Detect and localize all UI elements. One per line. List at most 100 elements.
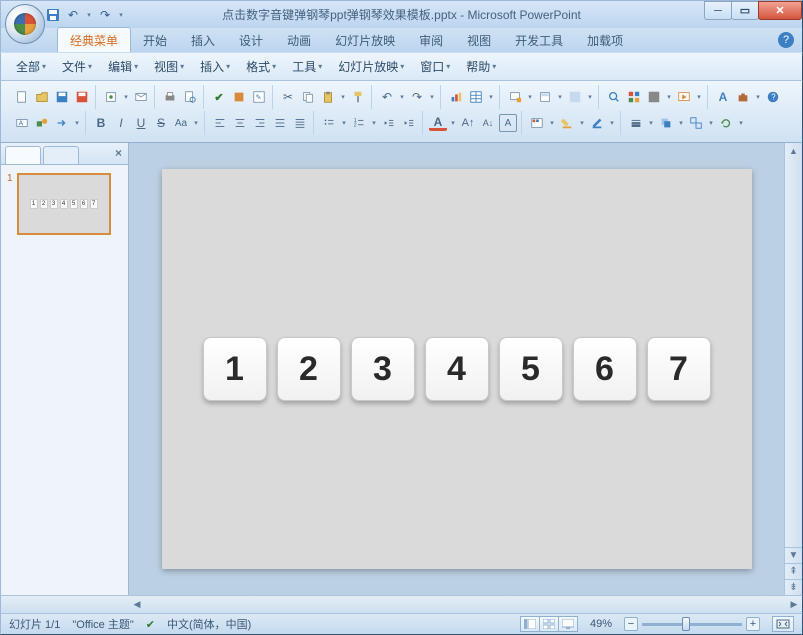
align-right-icon[interactable] bbox=[251, 114, 269, 132]
tab-home[interactable]: 开始 bbox=[131, 28, 179, 52]
zoom-handle[interactable] bbox=[682, 617, 690, 631]
translate-icon[interactable]: ✎ bbox=[250, 88, 268, 106]
next-slide-icon[interactable]: ⇟ bbox=[785, 579, 802, 595]
new-slide-icon[interactable] bbox=[506, 88, 524, 106]
scroll-up-icon[interactable]: ▲ bbox=[785, 143, 802, 159]
zoom-slider[interactable]: − + bbox=[624, 617, 760, 631]
indent-icon[interactable] bbox=[400, 114, 418, 132]
dropdown-icon[interactable]: ▾ bbox=[695, 93, 703, 101]
piano-key-6[interactable]: 6 bbox=[573, 337, 637, 401]
undo-dropdown-icon[interactable]: ▾ bbox=[85, 11, 93, 19]
bullets-icon[interactable] bbox=[320, 114, 338, 132]
dropdown-icon[interactable]: ▾ bbox=[737, 119, 745, 127]
dropdown-icon[interactable]: ▾ bbox=[707, 119, 715, 127]
piano-key-5[interactable]: 5 bbox=[499, 337, 563, 401]
status-language[interactable]: 中文(简体，中国) bbox=[167, 616, 251, 632]
menu-file[interactable]: 文件▾ bbox=[57, 56, 97, 77]
tab-addins[interactable]: 加载项 bbox=[575, 28, 635, 52]
dropdown-icon[interactable]: ▾ bbox=[340, 119, 348, 127]
mail-icon[interactable] bbox=[132, 88, 150, 106]
menu-view[interactable]: 视图▾ bbox=[149, 56, 189, 77]
vertical-scrollbar[interactable]: ▲ ▼ ⇞ ⇟ bbox=[784, 143, 802, 595]
zoom-track[interactable] bbox=[642, 623, 742, 626]
line-color-icon[interactable] bbox=[588, 114, 606, 132]
font-dialog-icon[interactable]: A bbox=[499, 114, 517, 132]
cut-icon[interactable]: ✂ bbox=[279, 88, 297, 106]
shrink-font-icon[interactable]: A↓ bbox=[479, 114, 497, 132]
tab-view[interactable]: 视图 bbox=[455, 28, 503, 52]
tab-developer[interactable]: 开发工具 bbox=[503, 28, 575, 52]
saveas-icon[interactable] bbox=[73, 88, 91, 106]
dropdown-icon[interactable]: ▾ bbox=[556, 93, 564, 101]
theme-colors-icon[interactable] bbox=[528, 114, 546, 132]
font-color-icon[interactable]: A bbox=[429, 115, 447, 131]
scroll-down-icon[interactable]: ▼ bbox=[785, 547, 802, 563]
group-icon[interactable] bbox=[687, 114, 705, 132]
panel-close-icon[interactable]: × bbox=[115, 146, 122, 160]
italic-icon[interactable]: I bbox=[112, 114, 130, 132]
prev-slide-icon[interactable]: ⇞ bbox=[785, 563, 802, 579]
office-button[interactable] bbox=[5, 4, 45, 44]
dropdown-icon[interactable]: ▾ bbox=[398, 93, 406, 101]
zoom-icon[interactable] bbox=[605, 88, 623, 106]
redo-icon[interactable]: ↷ bbox=[408, 88, 426, 106]
background-icon[interactable] bbox=[566, 88, 584, 106]
dropdown-icon[interactable]: ▾ bbox=[665, 93, 673, 101]
dropdown-icon[interactable]: ▾ bbox=[578, 119, 586, 127]
menu-help[interactable]: 帮助▾ bbox=[461, 56, 501, 77]
spellcheck-status-icon[interactable]: ✔ bbox=[146, 618, 155, 631]
piano-key-3[interactable]: 3 bbox=[351, 337, 415, 401]
shapes-icon[interactable] bbox=[33, 114, 51, 132]
undo-icon[interactable]: ↶ bbox=[65, 7, 81, 23]
dropdown-icon[interactable]: ▾ bbox=[754, 93, 762, 101]
paste-icon[interactable] bbox=[319, 88, 337, 106]
normal-view-button[interactable] bbox=[520, 616, 540, 632]
arrow-shape-icon[interactable] bbox=[53, 114, 71, 132]
table-icon[interactable] bbox=[467, 88, 485, 106]
find-icon[interactable]: A bbox=[714, 88, 732, 106]
grow-font-icon[interactable]: A↑ bbox=[459, 114, 477, 132]
dropdown-icon[interactable]: ▾ bbox=[586, 93, 594, 101]
menu-window[interactable]: 窗口▾ bbox=[415, 56, 455, 77]
chart-icon[interactable] bbox=[447, 88, 465, 106]
toolbox-icon[interactable] bbox=[734, 88, 752, 106]
numbering-icon[interactable]: 12 bbox=[350, 114, 368, 132]
tab-classic-menu[interactable]: 经典菜单 bbox=[57, 27, 131, 52]
thumbnail-preview[interactable]: 1 2 3 4 5 6 7 bbox=[17, 173, 111, 235]
menu-slideshow[interactable]: 幻灯片放映▾ bbox=[333, 56, 409, 77]
zoom-value[interactable]: 49% bbox=[590, 618, 612, 630]
qat-customize-icon[interactable]: ▾ bbox=[117, 11, 125, 19]
color-scheme-icon[interactable] bbox=[625, 88, 643, 106]
bold-icon[interactable]: B bbox=[92, 114, 110, 132]
align-center-icon[interactable] bbox=[231, 114, 249, 132]
justify-icon[interactable] bbox=[271, 114, 289, 132]
zoom-in-button[interactable]: + bbox=[746, 617, 760, 631]
slide-canvas[interactable]: 1 2 3 4 5 6 7 bbox=[162, 169, 752, 569]
zoom-out-button[interactable]: − bbox=[624, 617, 638, 631]
grayscale-icon[interactable] bbox=[645, 88, 663, 106]
piano-key-7[interactable]: 7 bbox=[647, 337, 711, 401]
distribute-icon[interactable] bbox=[291, 114, 309, 132]
dropdown-icon[interactable]: ▾ bbox=[487, 93, 495, 101]
piano-key-4[interactable]: 4 bbox=[425, 337, 489, 401]
rotate-icon[interactable] bbox=[717, 114, 735, 132]
help-icon[interactable]: ? bbox=[778, 32, 794, 48]
menu-insert[interactable]: 插入▾ bbox=[195, 56, 235, 77]
help-toolbar-icon[interactable]: ? bbox=[764, 88, 782, 106]
tab-design[interactable]: 设计 bbox=[227, 28, 275, 52]
menu-format[interactable]: 格式▾ bbox=[241, 56, 281, 77]
tab-slides[interactable] bbox=[5, 146, 41, 164]
new-icon[interactable] bbox=[13, 88, 31, 106]
close-button[interactable]: ✕ bbox=[758, 1, 802, 20]
minimize-button[interactable]: ─ bbox=[704, 1, 732, 20]
scroll-left-icon[interactable]: ◀ bbox=[129, 596, 145, 613]
dropdown-icon[interactable]: ▾ bbox=[122, 93, 130, 101]
thumbnail-item[interactable]: 1 1 2 3 4 5 6 7 bbox=[7, 173, 122, 235]
strike-icon[interactable]: S bbox=[152, 114, 170, 132]
dropdown-icon[interactable]: ▾ bbox=[608, 119, 616, 127]
dropdown-icon[interactable]: ▾ bbox=[548, 119, 556, 127]
menu-all[interactable]: 全部▾ bbox=[11, 56, 51, 77]
dropdown-icon[interactable]: ▾ bbox=[370, 119, 378, 127]
dropdown-icon[interactable]: ▾ bbox=[449, 119, 457, 127]
open-icon[interactable] bbox=[33, 88, 51, 106]
